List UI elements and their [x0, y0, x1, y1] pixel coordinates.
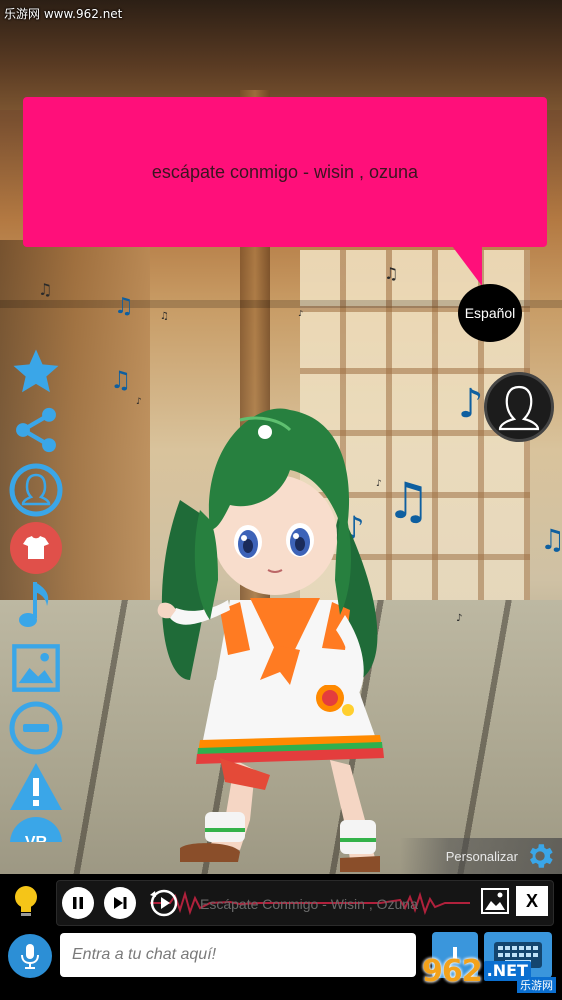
watermark-cn: 乐游网 [517, 977, 556, 993]
close-player-button[interactable]: X [516, 886, 548, 916]
music-button[interactable] [8, 578, 64, 634]
speech-bubble-tail [452, 246, 482, 286]
warning-icon [10, 763, 62, 810]
replay-button[interactable] [148, 887, 180, 919]
svg-text:VR: VR [25, 834, 48, 842]
chat-input[interactable] [60, 933, 416, 977]
next-track-button[interactable] [104, 887, 136, 919]
gear-icon [530, 844, 553, 868]
share-icon [16, 407, 56, 453]
profile-avatar-button[interactable] [484, 372, 554, 442]
background-button[interactable] [8, 640, 64, 696]
hint-button[interactable] [12, 884, 40, 920]
speech-text: escápate conmigo - wisin , ozuna [151, 161, 419, 182]
shirt-icon [10, 522, 62, 574]
microphone-button[interactable] [8, 934, 52, 978]
share-button[interactable] [8, 402, 64, 458]
customize-button[interactable]: Personalizar [400, 838, 562, 874]
cover-image-button[interactable] [480, 886, 510, 916]
star-icon [13, 349, 59, 393]
image-icon [481, 888, 509, 914]
avatar-outline-icon [498, 385, 540, 431]
microphone-icon [21, 944, 39, 969]
image-icon [12, 644, 60, 692]
anime-character[interactable] [140, 380, 410, 880]
speech-bubble: escápate conmigo - wisin , ozuna [23, 97, 547, 247]
skip-next-icon [114, 897, 127, 909]
lightbulb-icon [15, 886, 37, 916]
character-button[interactable] [8, 462, 64, 518]
outfit-button[interactable] [8, 520, 64, 576]
watermark-top: 乐游网 www.962.net [4, 7, 123, 21]
minus-circle-icon [9, 701, 63, 755]
replay-icon [150, 889, 178, 917]
remove-button[interactable] [8, 700, 64, 756]
report-button[interactable] [8, 758, 64, 814]
watermark-logo: 962 [422, 953, 483, 989]
vr-icon: VR [10, 817, 62, 842]
favorite-button[interactable] [8, 344, 64, 400]
language-button[interactable]: Español [458, 284, 522, 342]
customize-label: Personalizar [445, 848, 518, 864]
music-note-icon [19, 582, 49, 627]
watermark-bottom: 962 .NET 乐游网 [422, 945, 560, 997]
pause-button[interactable] [62, 887, 94, 919]
vr-button[interactable]: VR [8, 816, 64, 842]
pause-icon [73, 897, 83, 909]
avatar-outline-icon [9, 463, 63, 517]
track-title: Escápate Conmigo - Wisin , Ozuna [200, 896, 418, 912]
